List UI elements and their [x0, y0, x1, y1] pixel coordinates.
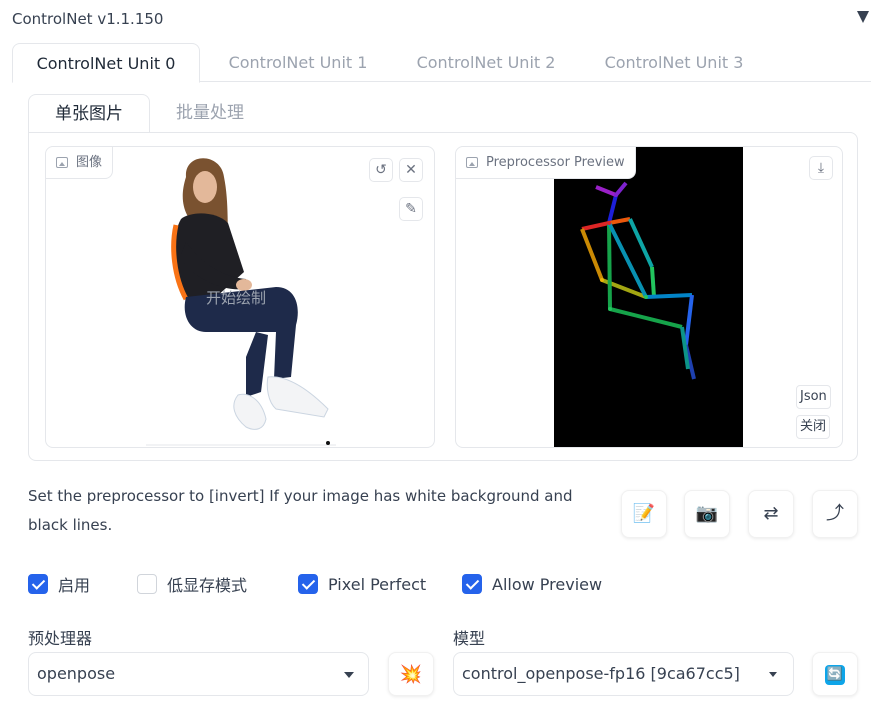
- image-panel: 图像 ↺ ✕ ✎ 开始绘制 Preprocessor Preview ⤓ Jso…: [28, 132, 858, 461]
- tab-single-image[interactable]: 单张图片: [28, 94, 150, 133]
- brush-button[interactable]: ✎: [399, 197, 423, 221]
- enable-checkbox-box[interactable]: [28, 574, 48, 594]
- memo-icon: 📝: [632, 503, 656, 524]
- tab-unit-0[interactable]: ControlNet Unit 0: [12, 43, 200, 83]
- refresh-models-button[interactable]: 🔄: [812, 652, 858, 696]
- chevron-down-icon: [769, 672, 777, 677]
- enable-label: 启用: [58, 576, 91, 595]
- pixel-perfect-label: Pixel Perfect: [328, 574, 427, 594]
- image-icon: [466, 157, 478, 168]
- preview-label-text: Preprocessor Preview: [486, 155, 625, 170]
- preprocessor-label: 预处理器: [28, 629, 93, 648]
- close-preview-button[interactable]: 关闭: [796, 415, 831, 439]
- pose-skeleton-image: [554, 147, 743, 447]
- low-vram-label: 低显存模式: [167, 576, 248, 595]
- mirror-button[interactable]: ⇄: [748, 490, 794, 538]
- section-title: ControlNet v1.1.150: [12, 10, 164, 28]
- pixel-perfect-checkbox-box[interactable]: [298, 574, 318, 594]
- preprocessor-hint: Set the preprocessor to [invert] If your…: [28, 487, 573, 534]
- preview-label: Preprocessor Preview: [456, 147, 636, 179]
- undo-button[interactable]: ↺: [369, 158, 393, 182]
- low-vram-checkbox[interactable]: 低显存模式: [137, 573, 247, 595]
- pixel-perfect-checkbox[interactable]: Pixel Perfect: [298, 573, 426, 595]
- preprocessor-preview-box: Preprocessor Preview ⤓ Json 关闭: [455, 146, 843, 448]
- edit-canvas-button[interactable]: 📝: [621, 490, 667, 538]
- run-preprocessor-button[interactable]: 💥: [388, 652, 434, 696]
- unit-tab-bar: ControlNet Unit 0 ControlNet Unit 1 Cont…: [12, 43, 871, 83]
- camera-icon: 📷: [695, 503, 719, 524]
- model-value: control_openpose-fp16 [9ca67cc5]: [462, 664, 740, 683]
- download-button[interactable]: ⤓: [809, 156, 833, 180]
- tab-batch[interactable]: 批量处理: [152, 94, 268, 132]
- model-select[interactable]: control_openpose-fp16 [9ca67cc5]: [453, 652, 794, 696]
- image-input-box[interactable]: 图像 ↺ ✕ ✎ 开始绘制: [45, 146, 435, 448]
- collapse-caret-icon[interactable]: [857, 11, 869, 23]
- image-icon: [56, 157, 68, 168]
- accordion-header[interactable]: ControlNet v1.1.150: [12, 8, 871, 32]
- tab-unit-3[interactable]: ControlNet Unit 3: [584, 43, 764, 82]
- image-label-text: 图像: [76, 155, 103, 170]
- preprocessor-value: openpose: [37, 664, 116, 683]
- tab-unit-2[interactable]: ControlNet Unit 2: [396, 43, 576, 82]
- webcam-button[interactable]: 📷: [684, 490, 730, 538]
- enable-checkbox[interactable]: 启用: [28, 573, 90, 595]
- image-label: 图像: [46, 147, 114, 179]
- send-dimensions-button[interactable]: ⤴: [812, 490, 858, 538]
- explosion-icon: 💥: [399, 664, 423, 685]
- chevron-down-icon: [344, 672, 354, 678]
- json-button[interactable]: Json: [796, 385, 831, 409]
- preprocessor-select[interactable]: openpose: [28, 652, 369, 696]
- mode-tab-bar: 单张图片 批量处理: [28, 94, 858, 133]
- low-vram-checkbox-box[interactable]: [137, 574, 157, 594]
- clear-button[interactable]: ✕: [399, 158, 423, 182]
- refresh-icon: 🔄: [825, 665, 845, 685]
- allow-preview-checkbox[interactable]: Allow Preview: [462, 573, 602, 595]
- tab-unit-1[interactable]: ControlNet Unit 1: [208, 43, 388, 82]
- allow-preview-checkbox-box[interactable]: [462, 574, 482, 594]
- model-label: 模型: [453, 629, 486, 648]
- allow-preview-label: Allow Preview: [492, 574, 603, 594]
- swap-icon: ⇄: [763, 503, 779, 524]
- arrow-up-right-icon: ⤴: [826, 503, 844, 524]
- draw-hint-text: 开始绘制: [206, 289, 267, 307]
